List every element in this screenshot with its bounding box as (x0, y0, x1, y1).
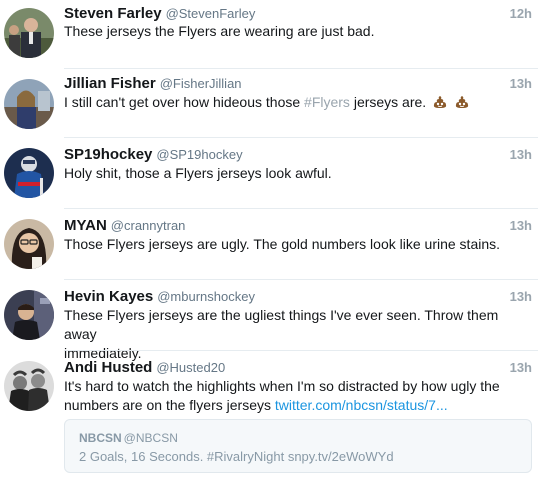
avatar[interactable] (4, 219, 54, 269)
avatar[interactable] (4, 290, 54, 340)
timestamp[interactable]: 13h (510, 75, 532, 93)
tweet[interactable]: Steven Farley @StevenFarley 12h These jer… (0, 0, 538, 69)
display-name[interactable]: MYAN (64, 217, 107, 234)
tweet-text-part: numbers are on the flyers jerseys (64, 397, 275, 413)
quoted-tweet-card[interactable]: NBCSN @NBCSN 2 Goals, 16 Seconds. #Rivalr… (64, 419, 532, 473)
avatar[interactable] (4, 148, 54, 198)
tweet[interactable]: SP19hockey @SP19hockey 13h Holy shit, tho… (0, 138, 538, 209)
handle[interactable]: @SP19hockey (156, 147, 242, 162)
status-link[interactable]: twitter.com/nbcsn/status/7... (275, 397, 448, 413)
timestamp[interactable]: 13h (510, 288, 532, 306)
handle[interactable]: @mburnshockey (157, 289, 255, 304)
handle[interactable]: @Husted20 (156, 360, 225, 375)
tweet[interactable]: Hevin Kayes @mburnshockey 13h These Flyer… (0, 280, 538, 361)
tweet-text-line: These Flyers jerseys are the ugliest thi… (64, 307, 499, 342)
pile-of-poo-icon (433, 96, 447, 108)
quoted-display-name[interactable]: NBCSN (79, 431, 122, 445)
handle[interactable]: @crannytran (111, 218, 186, 233)
tweet-text: Holy shit, those a Flyers jerseys look a… (64, 165, 332, 181)
display-name[interactable]: SP19hockey (64, 146, 152, 163)
handle[interactable]: @StevenFarley (166, 6, 256, 21)
display-name[interactable]: Hevin Kayes (64, 288, 153, 305)
tweet-text-line: numbers are on the flyers jerseys twitte… (64, 396, 532, 415)
avatar[interactable] (4, 361, 54, 411)
avatar[interactable] (4, 79, 54, 129)
tweet[interactable]: MYAN @crannytran 13h Those Flyers jerseys… (0, 209, 538, 280)
display-name[interactable]: Jillian Fisher (64, 75, 156, 92)
tweet-text: I still can't get over how hideous those… (64, 93, 532, 112)
timestamp[interactable]: 13h (510, 146, 532, 164)
timestamp[interactable]: 12h (510, 5, 532, 23)
tweet-text-part: jerseys are. (349, 94, 427, 110)
tweet-text: It's hard to watch the highlights when I… (64, 377, 532, 415)
hashtag-link[interactable]: #Flyers (304, 94, 350, 110)
tweet[interactable]: Jillian Fisher @FisherJillian 13h I still… (0, 69, 538, 138)
display-name[interactable]: Andi Husted (64, 359, 152, 376)
tweet-text-line: It's hard to watch the highlights when I… (64, 378, 500, 394)
quoted-handle[interactable]: @NBCSN (124, 431, 178, 445)
pile-of-poo-icon (455, 96, 469, 108)
handle[interactable]: @FisherJillian (160, 76, 242, 91)
tweet-text: These jerseys the Flyers are wearing are… (64, 23, 375, 39)
timestamp[interactable]: 13h (510, 217, 532, 235)
avatar[interactable] (4, 8, 54, 58)
display-name[interactable]: Steven Farley (64, 5, 162, 22)
timestamp[interactable]: 13h (510, 359, 532, 377)
tweet-text: Those Flyers jerseys are ugly. The gold … (64, 236, 501, 252)
quoted-tweet-text: 2 Goals, 16 Seconds. #RivalryNight snpy.… (79, 449, 394, 464)
tweet-text-part: I still can't get over how hideous those (64, 94, 305, 110)
